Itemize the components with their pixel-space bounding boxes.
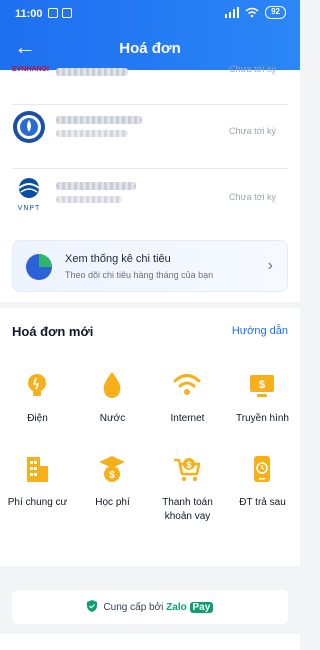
- vnpt-logo: VNPT: [12, 176, 46, 212]
- status-right: 92: [225, 6, 286, 19]
- bill-status: Chưa tới kỳ: [229, 126, 276, 136]
- bulb-icon: [28, 374, 46, 396]
- bill-type-apartment-fee[interactable]: Phí chung cư: [0, 454, 75, 544]
- battery-indicator: 92: [265, 6, 286, 19]
- vnpt-globe-icon: [18, 178, 40, 198]
- bill-item[interactable]: VNPT Chưa tới kỳ: [0, 176, 300, 226]
- stats-subtitle: Theo dõi chi tiêu hàng tháng của bạn: [65, 270, 214, 280]
- water-drop-icon: [103, 372, 121, 398]
- spending-stats-banner[interactable]: Xem thống kê chi tiêu Theo dõi chi tiêu …: [12, 240, 288, 292]
- brand-part: Pay: [189, 602, 214, 613]
- bill-type-label: Học phí: [95, 497, 130, 508]
- guide-link[interactable]: Hướng dẫn: [232, 325, 288, 337]
- loan-cart-icon: $: [174, 458, 201, 482]
- bill-type-label: Truyền hình: [236, 413, 289, 424]
- clock: 11:00: [15, 8, 43, 20]
- svg-text:$: $: [109, 470, 115, 481]
- divider: [12, 104, 288, 105]
- bill-type-electricity[interactable]: Điện: [0, 370, 75, 460]
- bill-type-label: Nước: [99, 413, 126, 424]
- new-bills-section: Hoá đơn mới Hướng dẫn Điện Nước Internet…: [0, 308, 300, 566]
- bill-item[interactable]: EVNHANOI Chưa tới kỳ: [0, 56, 300, 106]
- notification-icon: [48, 8, 58, 18]
- bill-status: Chưa tới kỳ: [229, 192, 276, 202]
- divider: [12, 168, 288, 169]
- bill-type-label: Internet: [170, 413, 205, 424]
- vnpt-logo-text: VNPT: [17, 205, 41, 212]
- graduation-cap-icon: $: [99, 456, 125, 482]
- bill-type-postpaid-phone[interactable]: ĐT trả sau: [225, 454, 300, 544]
- bill-info-redacted: [56, 196, 122, 203]
- bill-type-water[interactable]: Nước: [75, 370, 150, 460]
- tv-icon: $: [250, 375, 274, 397]
- bill-type-label: ĐT trả sau: [239, 497, 286, 508]
- water-company-logo: [13, 111, 45, 143]
- wifi-icon: [173, 374, 201, 395]
- stats-title: Xem thống kê chi tiêu: [65, 253, 171, 265]
- bill-info-redacted: [56, 130, 128, 137]
- system-nav-bar: [0, 634, 300, 650]
- wifi-status-icon: [245, 7, 259, 18]
- chevron-right-icon: ›: [267, 257, 273, 274]
- bill-type-label: Thanh toán khoản vay: [162, 497, 213, 522]
- bill-type-tuition[interactable]: $ Học phí: [75, 454, 150, 544]
- provider-text: Cung cấp bởi Zalo Pay: [12, 600, 288, 613]
- bill-list-card: EVNHANOI Chưa tới kỳ Chưa tới kỳ VNPT Ch…: [0, 64, 300, 302]
- provider-footer: Cung cấp bởi Zalo Pay: [12, 590, 288, 624]
- notification-icon: [62, 8, 72, 18]
- page-title: Hoá đơn: [119, 40, 181, 57]
- pie-chart-icon: [26, 254, 52, 280]
- brand-part: Zalo: [166, 602, 187, 613]
- status-bar: 11:00 92: [0, 0, 300, 26]
- phone-icon: [254, 456, 270, 482]
- bill-status: Chưa tới kỳ: [229, 64, 276, 74]
- bill-name-redacted: [56, 182, 136, 190]
- bill-type-loan-payment[interactable]: $ Thanh toán khoản vay: [150, 454, 225, 544]
- bill-type-internet[interactable]: Internet: [150, 370, 225, 460]
- bill-type-label: Phí chung cư: [7, 497, 68, 508]
- svg-text:$: $: [186, 460, 191, 470]
- bill-type-label: Điện: [27, 413, 48, 424]
- svg-text:$: $: [259, 379, 265, 391]
- bill-name-redacted: [56, 68, 128, 76]
- bill-name-redacted: [56, 116, 142, 124]
- evn-logo: EVNHANOI: [12, 66, 49, 73]
- provider-prefix: Cung cấp bởi: [103, 602, 164, 613]
- shield-check-icon: [86, 600, 97, 612]
- bill-type-tv[interactable]: $ Truyền hình: [225, 370, 300, 460]
- zalopay-brand: Zalo Pay: [166, 602, 214, 613]
- section-title: Hoá đơn mới: [12, 324, 94, 339]
- signal-icon: [225, 7, 240, 18]
- bill-item[interactable]: Chưa tới kỳ: [0, 110, 300, 160]
- building-icon: [27, 457, 48, 482]
